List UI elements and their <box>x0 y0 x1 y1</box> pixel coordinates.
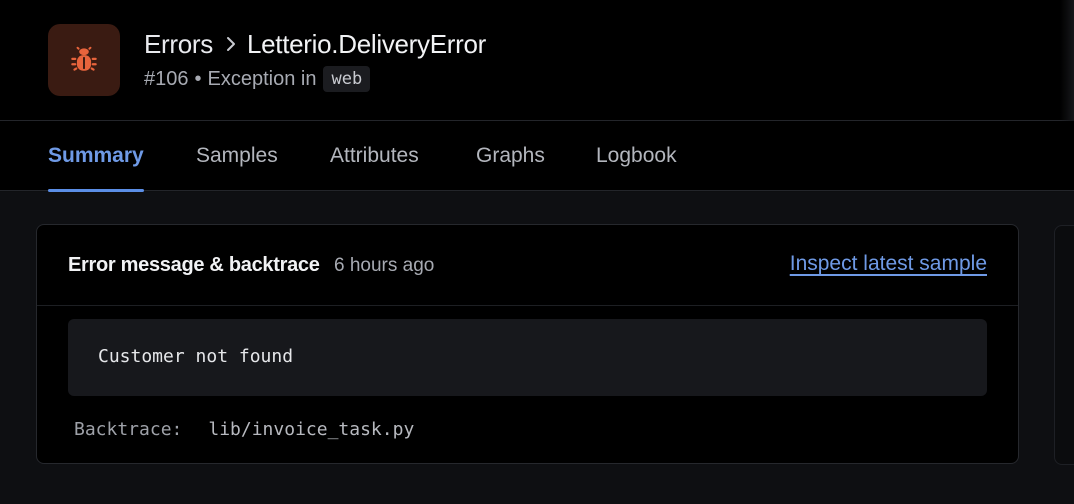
backtrace-label: Backtrace: <box>74 419 183 440</box>
breadcrumb: Errors Letterio.DeliveryError <box>144 27 486 61</box>
exception-label: Exception in <box>207 67 317 90</box>
tab-logbook[interactable]: Logbook <box>596 121 677 191</box>
card-title: Error message & backtrace <box>68 254 320 276</box>
side-panel-edge <box>1054 225 1074 465</box>
error-header: Errors Letterio.DeliveryError #106 • Exc… <box>0 0 1074 190</box>
error-type-badge <box>48 24 120 96</box>
tab-graphs[interactable]: Graphs <box>476 121 545 191</box>
inspect-latest-sample-link[interactable]: Inspect latest sample <box>790 252 987 276</box>
tab-attributes[interactable]: Attributes <box>330 121 419 191</box>
error-message: Customer not found <box>98 346 294 367</box>
card-header: Error message & backtrace 6 hours ago In… <box>37 225 1018 306</box>
error-message-card: Error message & backtrace 6 hours ago In… <box>36 224 1019 464</box>
separator-dot: • <box>194 67 202 90</box>
error-message-box: Customer not found <box>68 319 987 396</box>
backtrace: Backtrace: lib/invoice_task.py <box>74 419 414 440</box>
error-number: #106 <box>144 67 189 90</box>
bug-icon <box>71 46 97 71</box>
backtrace-file-link[interactable]: lib/invoice_task.py <box>208 419 414 440</box>
breadcrumb-errors-link[interactable]: Errors <box>144 29 213 60</box>
tab-samples[interactable]: Samples <box>196 121 278 191</box>
page-title: Letterio.DeliveryError <box>246 28 487 59</box>
tab-summary[interactable]: Summary <box>48 121 144 192</box>
error-subtitle: #106 • Exception in web <box>144 64 371 94</box>
tab-bar: Summary Samples Attributes Graphs Logboo… <box>0 121 1074 192</box>
namespace-badge: web <box>323 66 371 92</box>
chevron-right-icon <box>225 36 237 52</box>
timestamp: 6 hours ago <box>334 255 435 276</box>
